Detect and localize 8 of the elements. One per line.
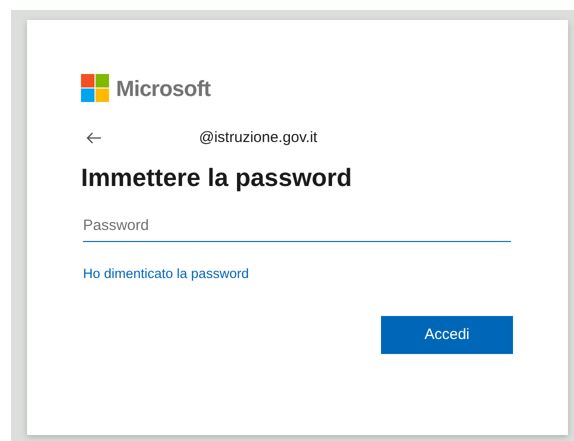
account-email: @istruzione.gov.it [199,128,318,148]
sign-in-button[interactable]: Accedi [381,316,513,354]
logo-text: Microsoft [116,74,210,102]
password-field[interactable]: Password [83,210,511,242]
forgot-password-link[interactable]: Ho dimenticato la password [83,266,249,281]
back-arrow-icon[interactable] [84,130,104,146]
logo-icon [81,74,109,102]
page-heading: Immettere la password [81,163,353,194]
